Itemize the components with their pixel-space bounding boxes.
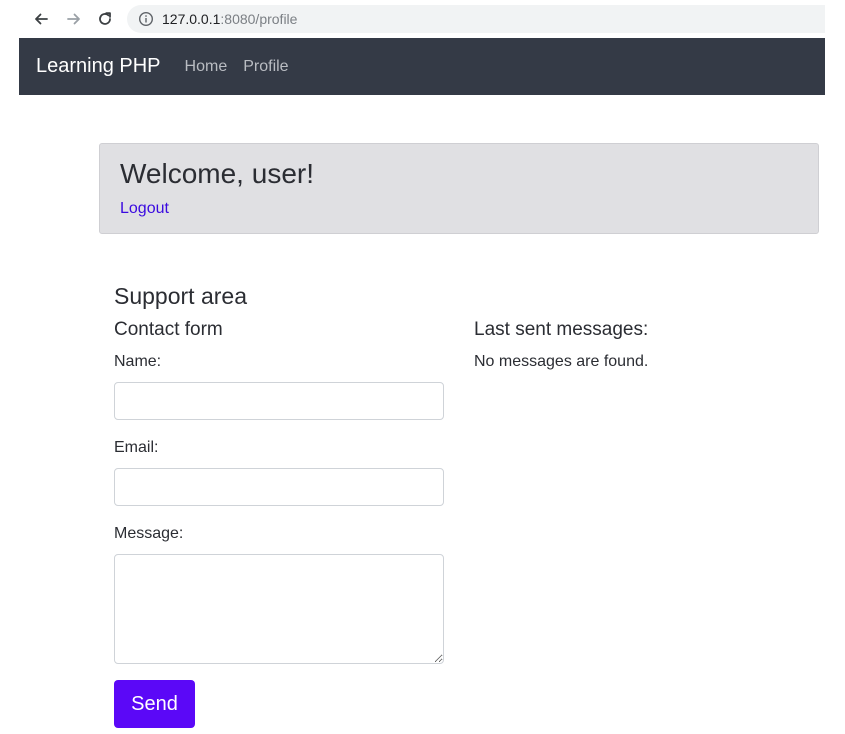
name-input[interactable] [114,382,444,420]
message-textarea[interactable] [114,554,444,664]
back-button[interactable] [29,7,53,31]
top-navbar: Learning PHP Home Profile [19,38,825,95]
send-button[interactable]: Send [114,680,195,728]
forward-button[interactable] [62,7,86,31]
support-area-heading: Support area [114,283,247,309]
forward-arrow-icon [67,13,80,25]
email-input[interactable] [114,468,444,506]
reload-icon [99,12,111,25]
brand-link[interactable]: Learning PHP [36,55,161,78]
logout-link[interactable]: Logout [120,200,169,218]
email-label: Email: [114,439,159,456]
reload-button[interactable] [93,7,117,31]
url-host: 127.0.0.1 [162,11,221,27]
last-messages-heading: Last sent messages: [474,319,649,340]
nav-link-home[interactable]: Home [185,58,228,76]
nav-link-profile[interactable]: Profile [243,58,288,76]
address-bar[interactable]: 127.0.0.1:8080/profile [127,5,825,33]
message-label: Message: [114,525,184,542]
welcome-heading: Welcome, user! [120,158,314,189]
contact-form-heading: Contact form [114,319,223,340]
url-path: :8080/profile [220,11,298,27]
name-label: Name: [114,353,162,370]
info-icon[interactable] [138,11,154,27]
browser-toolbar: 127.0.0.1:8080/profile [0,0,845,38]
welcome-panel: Welcome, user! Logout [99,143,819,234]
back-arrow-icon [35,13,48,25]
no-messages-text: No messages are found. [474,353,649,370]
